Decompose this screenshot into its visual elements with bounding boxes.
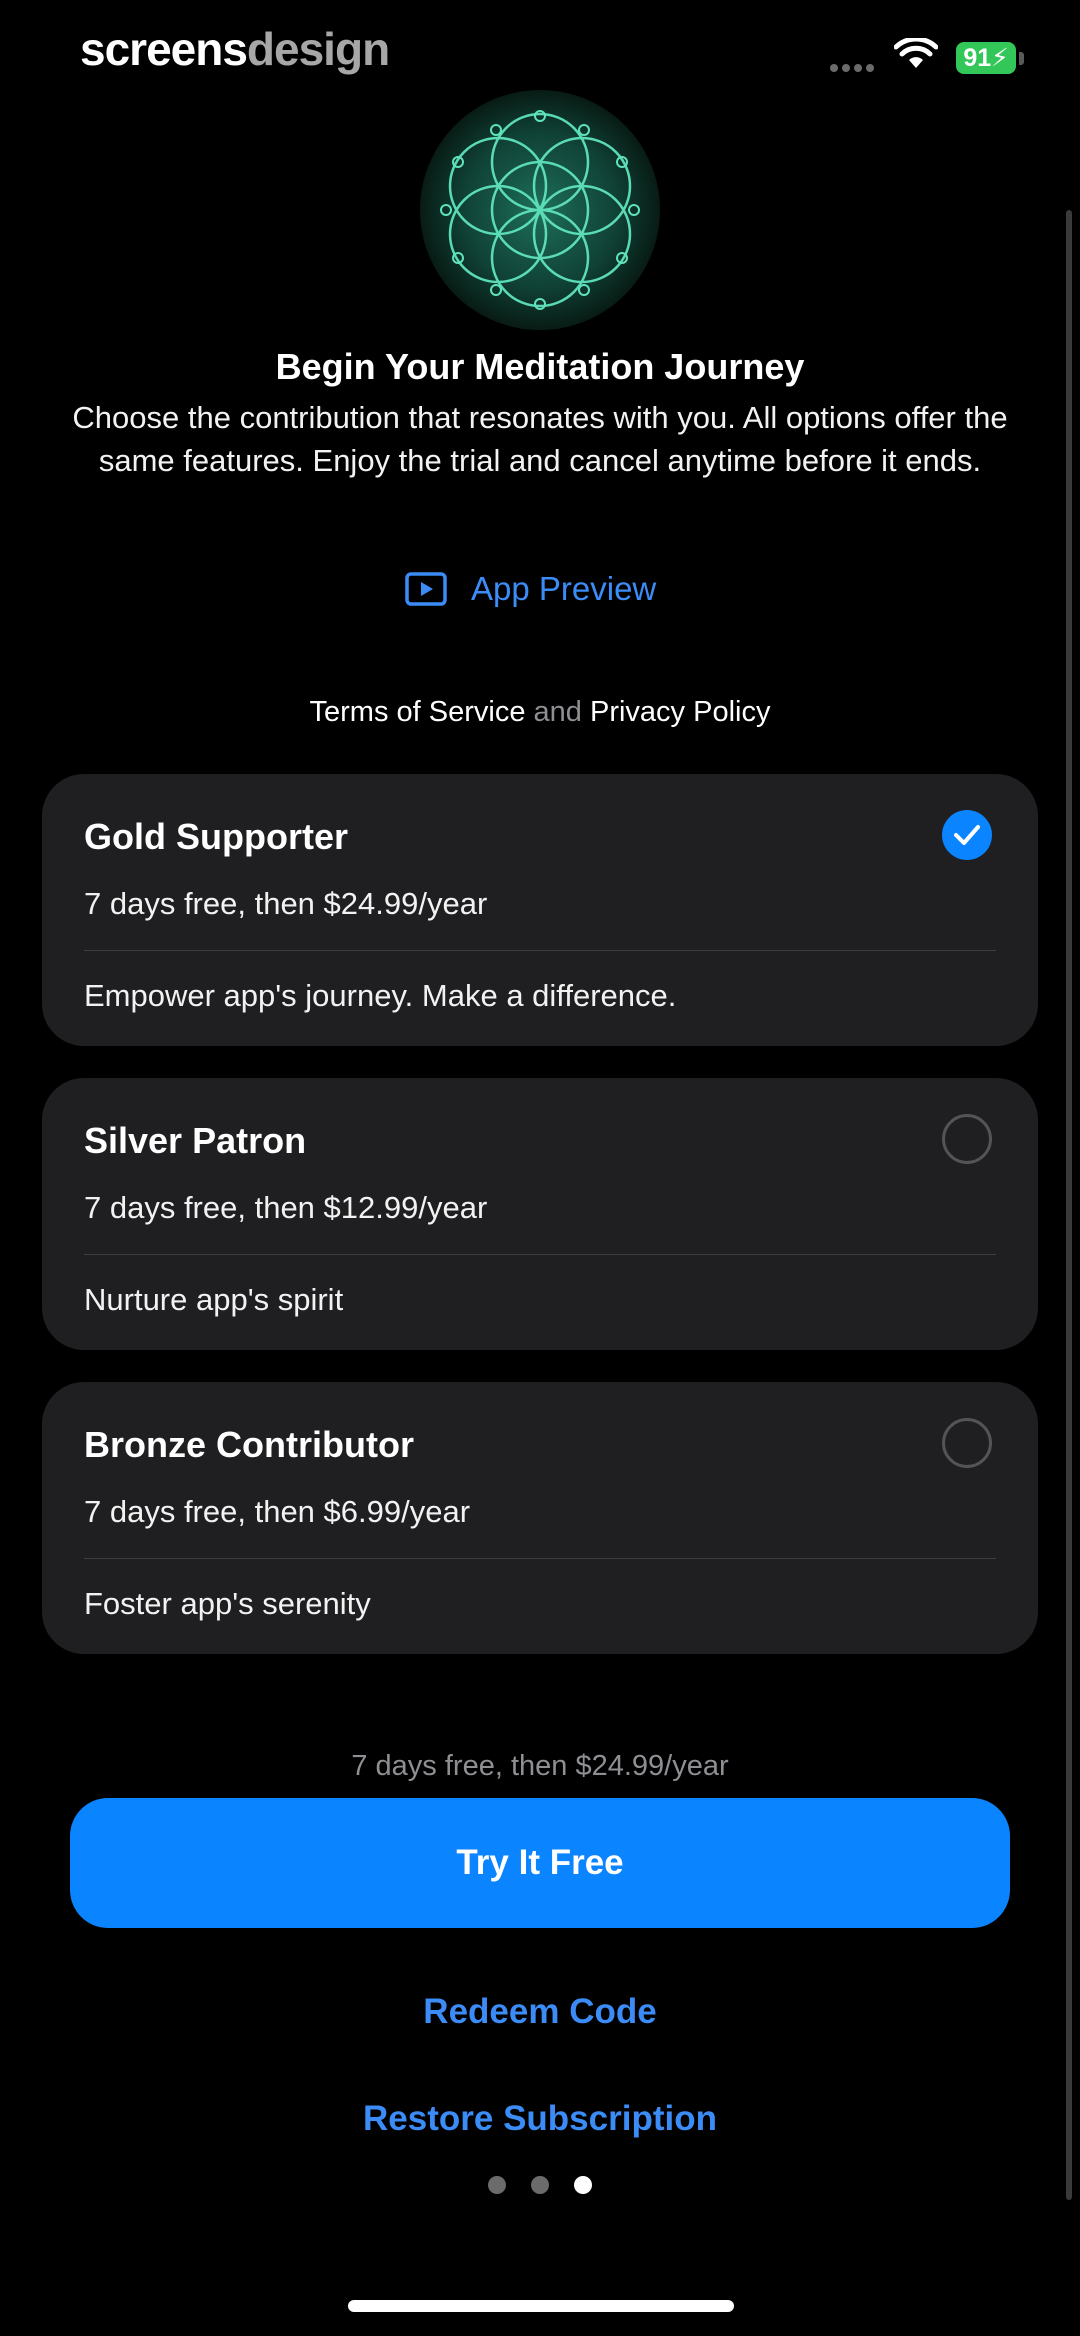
plan-price: 7 days free, then $12.99/year xyxy=(84,1190,488,1225)
plan-card-gold[interactable]: Gold Supporter 7 days free, then $24.99/… xyxy=(42,774,1038,1046)
plan-divider xyxy=(84,1558,996,1559)
plan-radio-selected[interactable] xyxy=(942,810,992,860)
plan-description: Foster app's serenity xyxy=(84,1586,371,1621)
page-title: Begin Your Meditation Journey xyxy=(275,346,805,387)
wifi-icon xyxy=(894,38,938,68)
flower-of-life-icon xyxy=(440,110,640,310)
plan-price: 7 days free, then $6.99/year xyxy=(84,1494,471,1529)
home-indicator[interactable] xyxy=(348,2300,734,2312)
page-indicator[interactable] xyxy=(488,2176,592,2194)
scrollbar[interactable] xyxy=(1066,210,1072,2200)
restore-subscription-link[interactable]: Restore Subscription xyxy=(0,2099,1080,2139)
plan-card-silver[interactable]: Silver Patron 7 days free, then $12.99/y… xyxy=(42,1078,1038,1350)
battery-tip xyxy=(1019,52,1024,65)
redeem-code-link[interactable]: Redeem Code xyxy=(0,1992,1080,2032)
battery-indicator: 91 ⚡ xyxy=(956,42,1016,74)
page-dot-active[interactable] xyxy=(574,2176,592,2194)
page-dot[interactable] xyxy=(531,2176,549,2194)
plan-radio[interactable] xyxy=(942,1114,992,1164)
privacy-link[interactable]: Privacy Policy xyxy=(590,696,771,728)
plan-description: Nurture app's spirit xyxy=(84,1282,344,1317)
plan-price: 7 days free, then $24.99/year xyxy=(84,886,488,921)
charging-bolt-icon: ⚡ xyxy=(991,44,1009,72)
plan-radio[interactable] xyxy=(942,1418,992,1468)
page-dot[interactable] xyxy=(488,2176,506,2194)
app-preview-link[interactable]: App Preview xyxy=(405,570,656,608)
plan-name: Bronze Contributor xyxy=(84,1424,414,1465)
plan-card-bronze[interactable]: Bronze Contributor 7 days free, then $6.… xyxy=(42,1382,1038,1654)
try-it-free-button[interactable]: Try It Free xyxy=(70,1798,1010,1928)
selected-price-note: 7 days free, then $24.99/year xyxy=(351,1750,729,1782)
checkmark-icon xyxy=(954,825,980,845)
signal-dots-icon xyxy=(830,64,874,72)
legal-separator: and xyxy=(533,696,582,728)
plan-divider xyxy=(84,950,996,951)
page-subtitle: Choose the contribution that resonates w… xyxy=(72,400,1008,478)
plan-description: Empower app's journey. Make a difference… xyxy=(84,978,677,1013)
hero-logo xyxy=(400,90,680,350)
brand-logo: screensdesign xyxy=(80,23,390,75)
app-preview-label: App Preview xyxy=(471,570,657,607)
legal-links: Terms of Service and Privacy Policy xyxy=(0,696,1080,729)
plan-name: Silver Patron xyxy=(84,1120,307,1161)
terms-link[interactable]: Terms of Service xyxy=(310,696,526,728)
plan-name: Gold Supporter xyxy=(84,816,348,857)
play-rectangle-icon xyxy=(405,572,447,606)
plan-divider xyxy=(84,1254,996,1255)
